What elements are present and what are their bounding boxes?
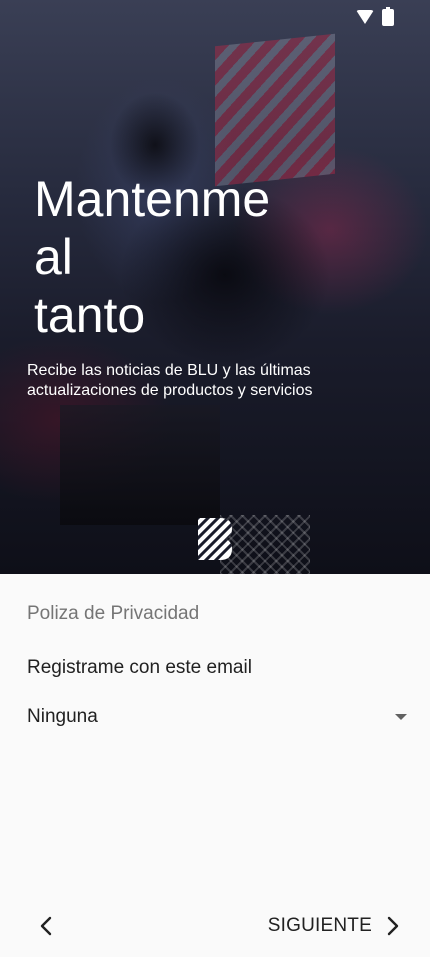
chevron-left-icon — [40, 916, 52, 936]
hero-description: Recibe las noticias de BLU y las últimas… — [27, 362, 313, 399]
privacy-policy-title: Poliza de Privacidad — [27, 603, 200, 624]
back-button[interactable] — [28, 906, 64, 946]
hero-background-grate — [220, 515, 310, 574]
hero-title-line: tanto — [34, 287, 146, 343]
email-dropdown-value: Ninguna — [27, 706, 98, 727]
blu-logo-icon — [198, 518, 232, 560]
next-button[interactable]: SIGUIENTE — [268, 906, 400, 946]
status-bar — [356, 6, 394, 26]
hero-background-box — [60, 405, 220, 525]
hero-banner: Mantenme al tanto Recibe las noticias de… — [0, 0, 430, 574]
email-dropdown[interactable]: Ninguna — [27, 702, 407, 732]
hero-title: Mantenme al tanto — [34, 170, 334, 344]
dropdown-arrow-icon — [395, 714, 407, 720]
chevron-right-icon — [387, 916, 399, 936]
hero-title-line: Mantenme — [34, 171, 271, 227]
hero-title-line: al — [34, 229, 73, 285]
battery-icon — [382, 6, 394, 26]
wifi-icon — [356, 10, 374, 24]
email-registration-label: Registrame con este email — [27, 657, 252, 678]
next-button-label: SIGUIENTE — [267, 915, 372, 936]
